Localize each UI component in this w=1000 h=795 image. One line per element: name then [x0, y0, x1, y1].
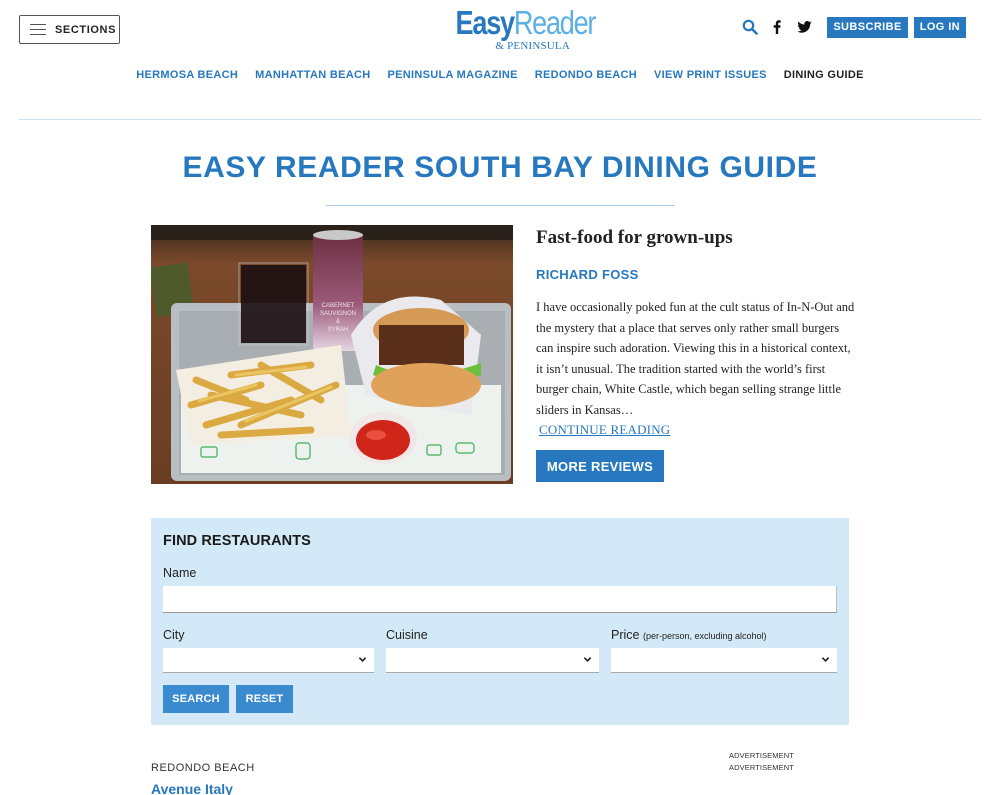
continue-reading-link[interactable]: CONTINUE READING	[539, 420, 670, 441]
article-author[interactable]: RICHARD FOSS	[536, 267, 856, 282]
reset-button[interactable]: RESET	[236, 685, 293, 713]
name-input[interactable]	[163, 586, 837, 613]
logo-subtitle: & PENINSULA	[495, 40, 570, 52]
chevron-down-icon	[358, 657, 367, 662]
header-divider	[19, 119, 981, 120]
login-button[interactable]: LOG IN	[913, 16, 966, 38]
svg-text:SYRAH: SYRAH	[328, 327, 349, 333]
article-excerpt: I have occasionally poked fun at the cul…	[536, 297, 856, 441]
main-nav: HERMOSA BEACH MANHATTAN BEACH PENINSULA …	[0, 69, 1000, 81]
title-divider	[326, 205, 675, 206]
nav-redondo-beach[interactable]: REDONDO BEACH	[535, 69, 637, 81]
article-excerpt-text: I have occasionally poked fun at the cul…	[536, 300, 855, 417]
name-label: Name	[163, 566, 197, 580]
advertisement-label: ADVERTISEMENT	[729, 763, 794, 772]
chevron-down-icon	[583, 657, 592, 662]
food-photo-illustration: CABERNET SAUVIGNON & SYRAH	[151, 225, 513, 484]
sections-menu-button[interactable]: SECTIONS	[19, 15, 120, 44]
hamburger-icon	[30, 24, 46, 35]
subscribe-button[interactable]: SUBSCRIBE	[827, 16, 908, 38]
cuisine-select[interactable]	[386, 648, 599, 673]
finder-title: FIND RESTAURANTS	[163, 533, 311, 549]
logo-easy: Easy	[455, 4, 516, 41]
find-restaurants-form: FIND RESTAURANTS Name City Cuisine Price…	[151, 518, 849, 725]
site-logo[interactable]: EasyReader & PENINSULA	[430, 4, 597, 52]
featured-review: Fast-food for grown-ups RICHARD FOSS I h…	[536, 226, 856, 441]
advertisement-label: ADVERTISEMENT	[729, 751, 794, 760]
cuisine-label: Cuisine	[386, 628, 428, 642]
feature-image[interactable]: CABERNET SAUVIGNON & SYRAH	[151, 225, 513, 484]
price-label-text: Price	[611, 628, 640, 642]
listing-city: REDONDO BEACH	[151, 762, 255, 774]
chevron-down-icon	[821, 657, 830, 662]
nav-manhattan-beach[interactable]: MANHATTAN BEACH	[255, 69, 370, 81]
nav-hermosa-beach[interactable]: HERMOSA BEACH	[136, 69, 238, 81]
page-title: EASY READER SOUTH BAY DINING GUIDE	[182, 151, 818, 184]
search-icon[interactable]	[740, 17, 760, 37]
more-reviews-button[interactable]: MORE REVIEWS	[536, 450, 664, 482]
nav-view-print-issues[interactable]: VIEW PRINT ISSUES	[654, 69, 767, 81]
svg-text:CABERNET: CABERNET	[322, 303, 355, 309]
sections-label: SECTIONS	[55, 23, 117, 36]
search-button[interactable]: SEARCH	[163, 685, 229, 713]
nav-dining-guide[interactable]: DINING GUIDE	[784, 69, 864, 81]
city-select[interactable]	[163, 648, 374, 673]
city-label: City	[163, 628, 185, 642]
price-select[interactable]	[611, 648, 837, 673]
nav-peninsula-magazine[interactable]: PENINSULA MAGAZINE	[387, 69, 517, 81]
article-title[interactable]: Fast-food for grown-ups	[536, 226, 856, 250]
twitter-icon[interactable]	[794, 17, 814, 37]
listing-restaurant-name[interactable]: Avenue Italy	[151, 781, 233, 795]
svg-text:&: &	[336, 319, 340, 325]
price-note: (per-person, excluding alcohol)	[642, 631, 767, 641]
price-label: Price (per-person, excluding alcohol)	[611, 628, 767, 642]
site-header: SECTIONS EasyReader & PENINSULA SUBSCRIB…	[0, 0, 1000, 120]
facebook-icon[interactable]	[767, 17, 787, 37]
svg-text:SAUVIGNON: SAUVIGNON	[320, 311, 356, 317]
logo-reader: Reader	[513, 4, 597, 41]
header-actions: SUBSCRIBE LOG IN	[740, 16, 966, 38]
